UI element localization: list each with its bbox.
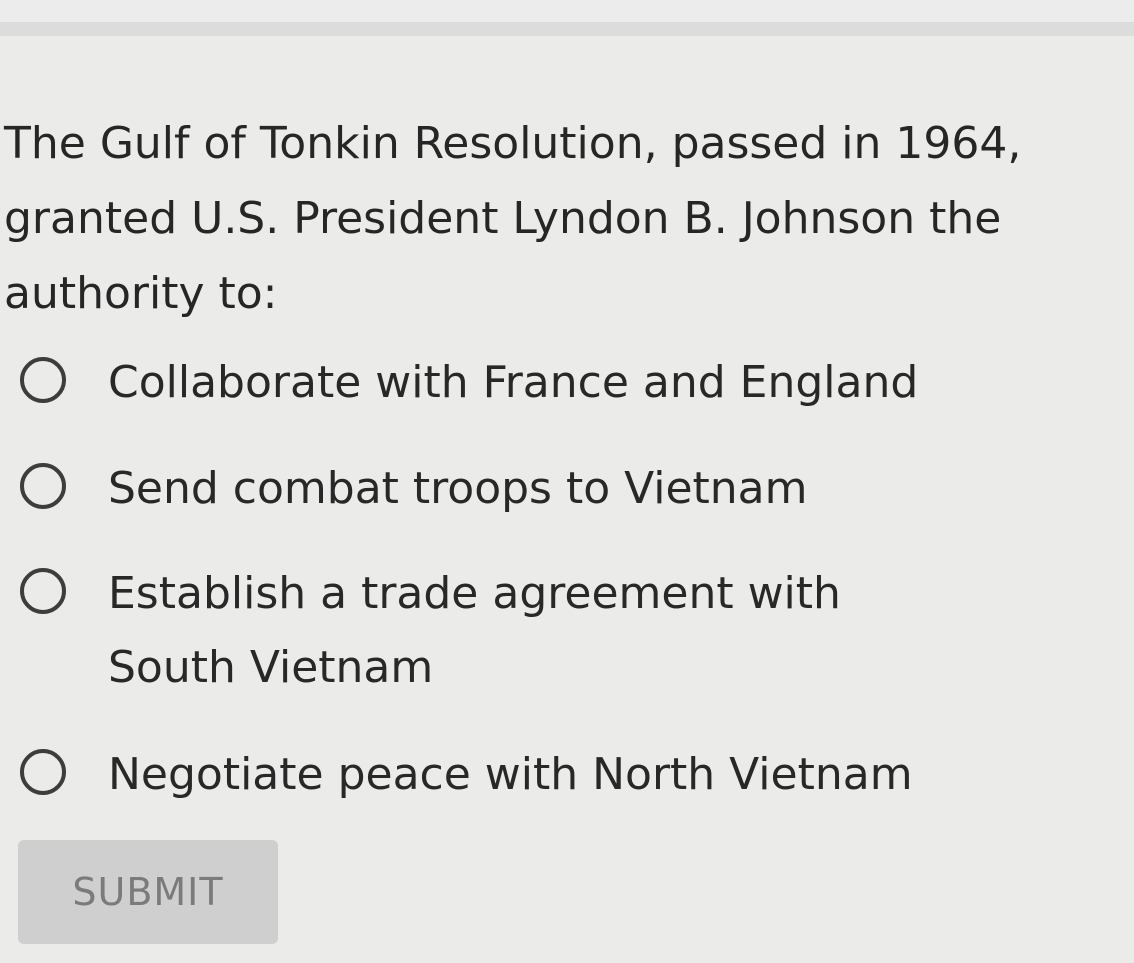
option-negotiate-peace[interactable]: Negotiate peace with North Vietnam [20,738,1120,812]
option-label: Collaborate with France and England [108,357,919,408]
option-label: Negotiate peace with North Vietnam [108,749,913,800]
submit-button[interactable]: SUBMIT [18,840,278,944]
radio-circle-icon[interactable] [20,568,66,614]
option-label: Send combat troops to Vietnam [108,463,808,514]
option-collaborate-france-england[interactable]: Collaborate with France and England [20,346,1120,420]
radio-circle-icon[interactable] [20,357,66,403]
question-text: The Gulf of Tonkin Resolution, passed in… [4,118,1022,319]
option-trade-agreement[interactable]: Establish a trade agreement with South V… [20,557,1120,705]
top-bar [0,0,1134,36]
radio-circle-icon[interactable] [20,463,66,509]
option-send-combat-troops[interactable]: Send combat troops to Vietnam [20,452,1120,526]
option-label: Establish a trade agreement with South V… [108,568,841,693]
radio-circle-icon[interactable] [20,749,66,795]
